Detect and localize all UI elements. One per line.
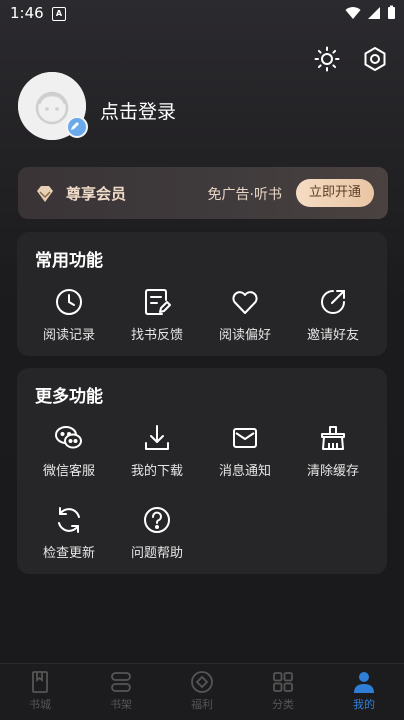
user-icon [354, 672, 374, 693]
clock-icon [56, 289, 82, 315]
reading-preference-button[interactable]: 阅读偏好 [205, 287, 285, 343]
common-functions-card: 常用功能 阅读记录 找书反馈 阅读偏好 邀请好友 [17, 232, 387, 356]
check-update-button[interactable]: 检查更新 [29, 505, 109, 561]
status-time: 1:46 [10, 4, 44, 22]
message-notification-button[interactable]: 消息通知 [205, 423, 285, 479]
tab-bookstore[interactable]: 书城 [10, 670, 70, 712]
more-functions-title: 更多功能 [35, 387, 103, 407]
gift-icon [191, 671, 213, 693]
tab-bookshelf[interactable]: 书架 [91, 670, 151, 712]
invite-friends-button[interactable]: 邀请好友 [293, 287, 373, 343]
status-bar: 1:46 A [0, 0, 404, 28]
tab-mine[interactable]: 我的 [334, 670, 394, 712]
more-functions-card: 更多功能 微信客服 我的下载 消息通知 清除缓存 检查更新 问题帮助 [17, 368, 387, 574]
vip-open-button[interactable]: 立即开通 [296, 179, 374, 207]
system-icons [345, 5, 396, 20]
help-label: 问题帮助 [130, 546, 183, 561]
tab-mine-label: 我的 [353, 698, 375, 711]
diamond-icon [37, 186, 53, 202]
reading-preference-label: 阅读偏好 [218, 328, 271, 343]
find-book-feedback-button[interactable]: 找书反馈 [117, 287, 197, 343]
wechat-icon [55, 426, 82, 449]
tab-welfare[interactable]: 福利 [172, 670, 232, 712]
reading-history-button[interactable]: 阅读记录 [29, 287, 109, 343]
check-update-label: 检查更新 [42, 546, 95, 561]
shelf-icon [111, 672, 131, 692]
wechat-service-button[interactable]: 微信客服 [29, 423, 109, 479]
tab-bookstore-label: 书城 [29, 698, 51, 711]
book-icon [32, 671, 48, 693]
download-icon [145, 425, 169, 450]
tab-category[interactable]: 分类 [253, 670, 313, 712]
notification-icon: A [52, 7, 66, 21]
tab-welfare-label: 福利 [191, 698, 213, 711]
battery-icon [388, 5, 395, 19]
clean-icon [321, 426, 345, 450]
top-actions [314, 46, 388, 72]
clear-cache-label: 清除缓存 [306, 464, 359, 479]
clear-cache-button[interactable]: 清除缓存 [293, 423, 373, 479]
mail-icon [233, 428, 257, 448]
help-icon [144, 507, 170, 533]
theme-toggle-icon[interactable] [314, 46, 340, 72]
vip-banner[interactable]: 尊享会员 免广告·听书 立即开通 [18, 167, 388, 219]
help-button[interactable]: 问题帮助 [117, 505, 197, 561]
vip-description: 免广告·听书 [207, 187, 282, 203]
reading-history-label: 阅读记录 [42, 328, 95, 343]
bottom-tab-bar: 书城 书架 福利 分类 我的 [0, 663, 404, 720]
category-icon [273, 672, 293, 692]
find-book-feedback-label: 找书反馈 [130, 328, 183, 343]
login-link[interactable]: 点击登录 [100, 97, 176, 124]
my-downloads-label: 我的下载 [130, 464, 183, 479]
edit-avatar-icon[interactable] [66, 116, 88, 138]
wechat-service-label: 微信客服 [42, 464, 95, 479]
avatar[interactable] [18, 72, 88, 140]
common-functions-title: 常用功能 [35, 251, 103, 271]
wifi-icon [345, 6, 361, 19]
signal-icon [368, 6, 380, 19]
share-icon [321, 290, 345, 314]
message-notification-label: 消息通知 [218, 464, 271, 479]
my-downloads-button[interactable]: 我的下载 [117, 423, 197, 479]
vip-title: 尊享会员 [66, 185, 127, 203]
tab-bookshelf-label: 书架 [110, 698, 132, 711]
settings-gear-icon[interactable] [362, 46, 388, 72]
refresh-icon [58, 507, 80, 533]
feedback-icon [145, 289, 171, 315]
tab-category-label: 分类 [272, 698, 294, 711]
heart-icon [232, 291, 258, 314]
invite-friends-label: 邀请好友 [306, 328, 359, 343]
